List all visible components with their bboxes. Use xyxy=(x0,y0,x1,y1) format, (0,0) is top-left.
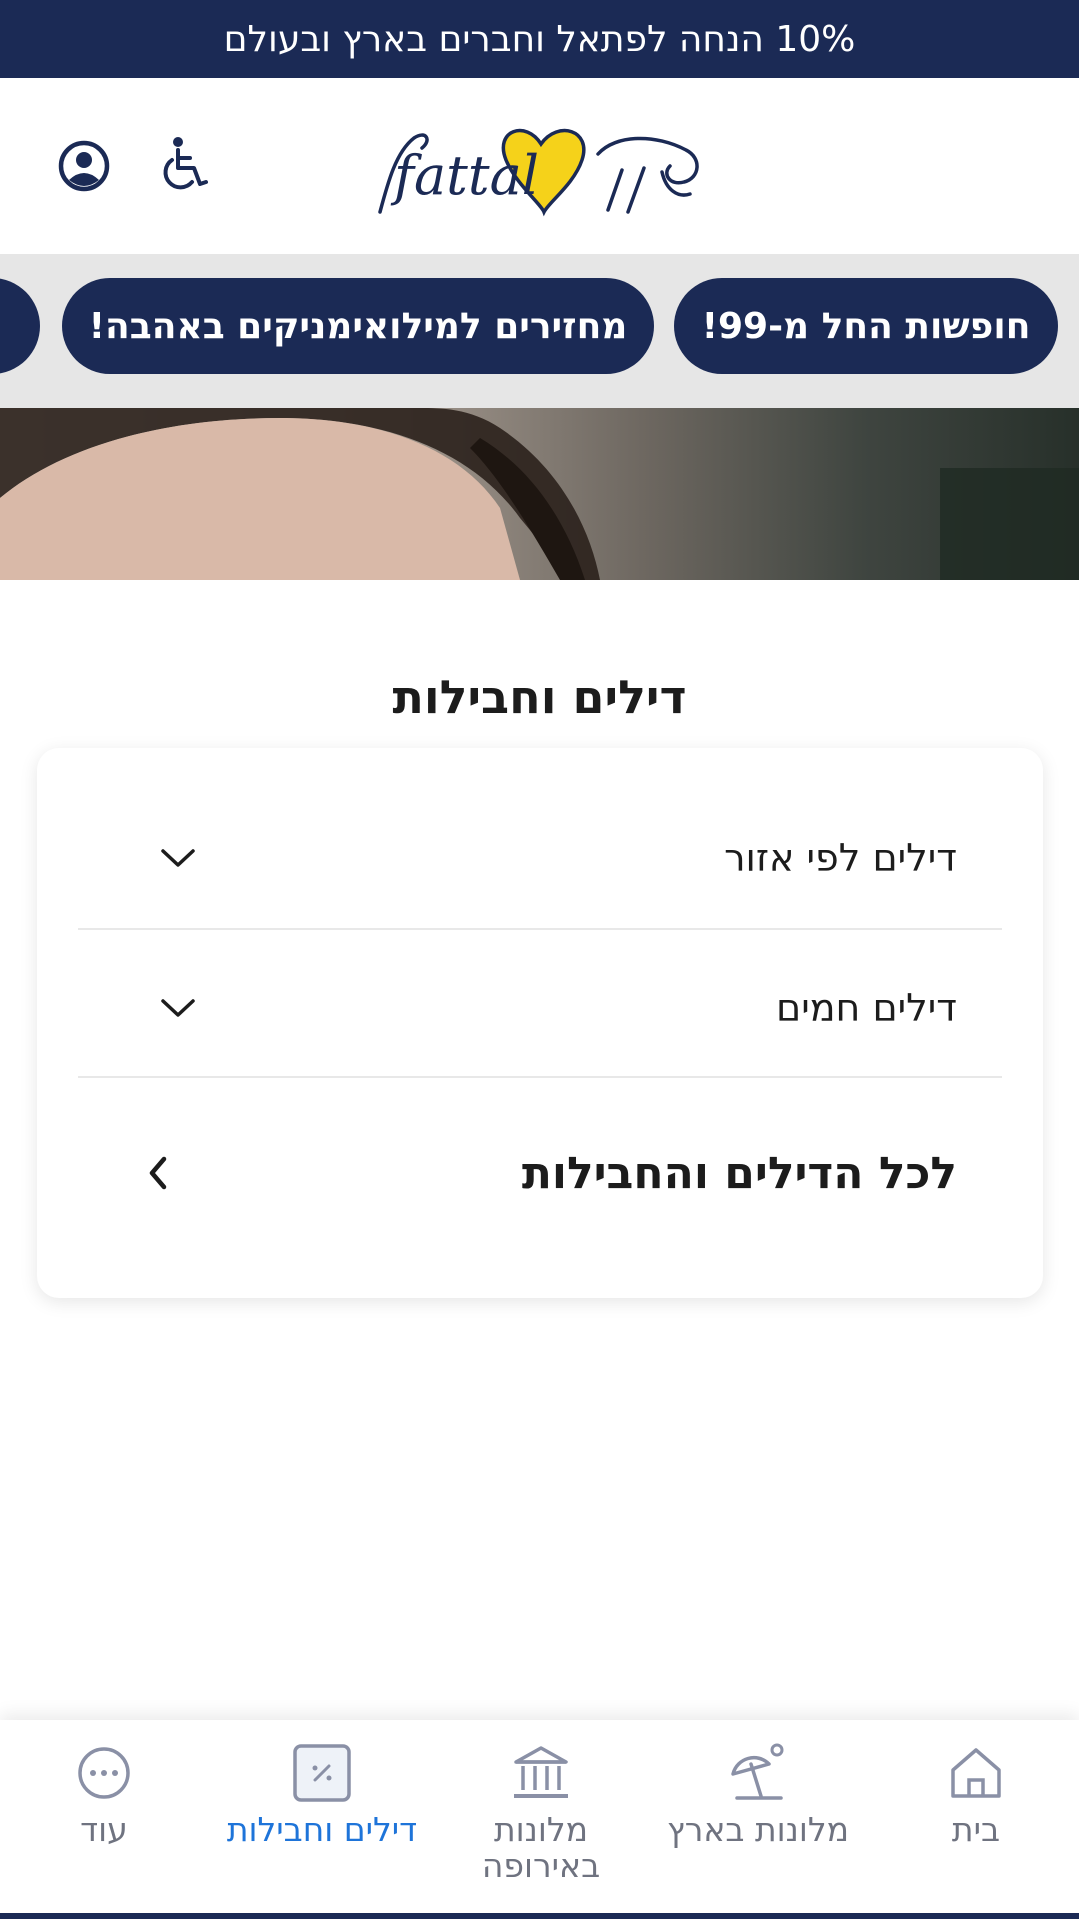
chip-label: חופשות החל מ-99! xyxy=(701,305,1031,347)
chevron-down-icon xyxy=(161,849,195,867)
beach-umbrella-icon xyxy=(731,1743,784,1800)
hero-image xyxy=(0,408,1079,580)
bottom-navigation: בית מלונות בארץ מלונות באירופה דילים וחב… xyxy=(0,1720,1079,1919)
promo-text: 10% הנחה לפתאל וחברים בארץ ובעולם xyxy=(223,18,856,60)
chip-partial[interactable] xyxy=(0,278,40,374)
deals-section-title: דילים וחבילות xyxy=(392,670,687,724)
percent-tag-icon xyxy=(293,1744,351,1802)
site-header: fattal xyxy=(0,78,1079,254)
all-deals-link[interactable]: לכל הדילים והחבילות xyxy=(78,1118,1002,1228)
chip-holidays-from-99[interactable]: חופשות החל מ-99! xyxy=(674,278,1058,374)
nav-label-hotels-israel: מלונות בארץ xyxy=(666,1810,850,1849)
nav-label-home: בית xyxy=(951,1810,1001,1849)
logo-wordmark: fattal xyxy=(390,144,539,207)
nav-item-hotels-europe[interactable]: מלונות באירופה xyxy=(441,1740,641,1884)
nav-label-hotels-europe: מלונות באירופה xyxy=(481,1810,601,1885)
deals-card: דילים לפי אזור דילים חמים לכל הדילים והח… xyxy=(37,748,1043,1298)
bank-building-icon xyxy=(514,1746,568,1798)
nav-label-more: עוד xyxy=(80,1810,128,1849)
all-deals-label: לכל הדילים והחבילות xyxy=(521,1147,957,1199)
home-icon xyxy=(951,1748,1001,1798)
chip-reservists[interactable]: מחזירים למילואימניקים באהבה! xyxy=(62,278,654,374)
hot-deals-label: דילים חמים xyxy=(776,986,957,1030)
chip-label: מחזירים למילואימניקים באהבה! xyxy=(88,305,628,347)
chevron-down-icon xyxy=(161,999,195,1017)
nav-item-home[interactable]: בית xyxy=(876,1740,1076,1848)
promo-chip-carousel[interactable]: חופשות החל מ-99! מחזירים למילואימניקים ב… xyxy=(0,254,1079,408)
chevron-left-icon xyxy=(149,1156,167,1190)
hero-photo-person xyxy=(0,408,1079,580)
deals-by-region-row[interactable]: דילים לפי אזור xyxy=(78,808,1002,908)
accessibility-icon[interactable] xyxy=(156,134,216,194)
nav-item-hotels-israel[interactable]: מלונות בארץ xyxy=(658,1740,858,1848)
deals-by-region-label: דילים לפי אזור xyxy=(724,836,957,880)
hot-deals-row[interactable]: דילים חמים xyxy=(78,958,1002,1058)
promo-banner[interactable]: 10% הנחה לפתאל וחברים בארץ ובעולם xyxy=(0,0,1079,78)
fattal-logo[interactable]: fattal xyxy=(366,112,716,222)
nav-item-deals[interactable]: דילים וחבילות xyxy=(222,1740,422,1848)
more-dots-icon xyxy=(78,1747,130,1799)
nav-label-deals: דילים וחבילות xyxy=(226,1810,418,1849)
nav-item-more[interactable]: עוד xyxy=(4,1740,204,1848)
user-account-icon[interactable] xyxy=(54,136,114,196)
nav-bottom-edge xyxy=(0,1913,1079,1919)
divider xyxy=(78,928,1002,930)
divider xyxy=(78,1076,1002,1078)
